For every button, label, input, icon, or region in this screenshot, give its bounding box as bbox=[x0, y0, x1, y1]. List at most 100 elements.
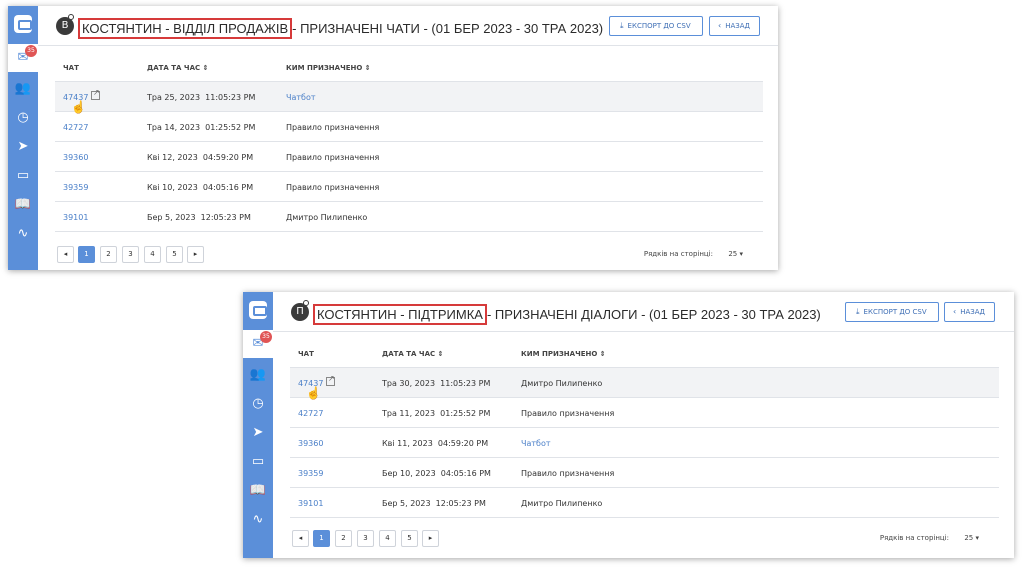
dropdown-icon: ▾ bbox=[975, 534, 979, 542]
send-icon[interactable]: ➤ bbox=[13, 137, 33, 157]
page-button-4[interactable]: 4 bbox=[379, 530, 396, 547]
page-button-2[interactable]: 2 bbox=[100, 246, 117, 263]
download-icon: ⤓ bbox=[856, 307, 860, 316]
back-button[interactable]: ‹ НАЗАД bbox=[709, 16, 760, 36]
avatar-status-dot bbox=[68, 14, 74, 20]
sort-icon: ⇕ bbox=[202, 64, 209, 72]
chat-id-link[interactable]: 39360 bbox=[298, 439, 323, 448]
rows-per-page-select[interactable]: 25 ▾ bbox=[728, 250, 743, 258]
unread-badge: 35 bbox=[25, 45, 37, 57]
pagination: ◂ 12345 ▸ Рядків на сторінці: 25 ▾ bbox=[55, 246, 763, 264]
page-button-5[interactable]: 5 bbox=[166, 246, 183, 263]
title-rest: - ПРИЗНАЧЕНІ ДІАЛОГИ - (01 БЕР 2023 - 30… bbox=[486, 307, 821, 322]
chevron-left-icon: ‹ bbox=[718, 21, 722, 30]
send-icon[interactable]: ➤ bbox=[248, 423, 268, 443]
title-highlight: КОСТЯНТИН - ВІДДІЛ ПРОДАЖІВ bbox=[78, 18, 293, 39]
wallet-icon[interactable]: ▭ bbox=[13, 166, 33, 186]
prev-page-button[interactable]: ◂ bbox=[57, 246, 74, 263]
col-datetime[interactable]: ДАТА ТА ЧАС ⇕ bbox=[382, 350, 443, 358]
page-button-1[interactable]: 1 bbox=[78, 246, 95, 263]
chat-id-link[interactable]: 39101 bbox=[298, 499, 323, 508]
date-cell: Тра 25, 2023 11:05:23 PM bbox=[147, 93, 256, 102]
chat-id-link[interactable]: 39359 bbox=[63, 183, 88, 192]
assigned-by-cell[interactable]: Чатбот bbox=[286, 93, 316, 102]
page-button-5[interactable]: 5 bbox=[401, 530, 418, 547]
contacts-icon[interactable]: 👥 bbox=[248, 365, 268, 385]
table-body: 47437 ☝Тра 30, 2023 11:05:23 PMДмитро Пи… bbox=[290, 368, 999, 518]
table-row[interactable]: 42727 Тра 11, 2023 01:25:52 PM Правило при… bbox=[290, 398, 999, 428]
chat-id-link[interactable]: 39359 bbox=[298, 469, 323, 478]
next-page-button[interactable]: ▸ bbox=[422, 530, 439, 547]
col-chat: ЧАТ bbox=[298, 350, 314, 358]
app-logo-icon[interactable] bbox=[14, 15, 32, 33]
activity-icon[interactable]: ∿ bbox=[13, 224, 33, 244]
next-page-button[interactable]: ▸ bbox=[187, 246, 204, 263]
col-chat: ЧАТ bbox=[63, 64, 79, 72]
pagination: ◂ 12345 ▸ Рядків на сторінці: 25 ▾ bbox=[290, 530, 999, 548]
chevron-left-icon: ‹ bbox=[953, 307, 957, 316]
page-button-3[interactable]: 3 bbox=[122, 246, 139, 263]
open-external-icon[interactable] bbox=[91, 88, 100, 100]
table-header: ЧАТ ДАТА ТА ЧАС ⇕ КИМ ПРИЗНАЧЕНО ⇕ bbox=[55, 58, 763, 82]
table-row[interactable]: 47437 ☝Тра 25, 2023 11:05:23 PMЧатбот bbox=[55, 82, 763, 114]
history-icon[interactable]: ◷ bbox=[13, 108, 33, 128]
date-cell: Тра 11, 2023 01:25:52 PM bbox=[382, 409, 491, 418]
dialogs-table: ЧАТ ДАТА ТА ЧАС ⇕ КИМ ПРИЗНАЧЕНО ⇕ 47437… bbox=[290, 344, 999, 518]
col-assigned-by[interactable]: КИМ ПРИЗНАЧЕНО ⇕ bbox=[521, 350, 606, 358]
date-cell: Тра 14, 2023 01:25:52 PM bbox=[147, 123, 256, 132]
title-rest: - ПРИЗНАЧЕНІ ЧАТИ - (01 БЕР 2023 - 30 ТР… bbox=[292, 21, 604, 36]
assigned-by-cell[interactable]: Чатбот bbox=[521, 439, 551, 448]
page-button-1[interactable]: 1 bbox=[313, 530, 330, 547]
page-title: КОСТЯНТИН - ПІДТРИМКА - ПРИЗНАЧЕНІ ДІАЛОГ… bbox=[313, 304, 821, 325]
assigned-by-cell: Правило призначення bbox=[286, 123, 380, 132]
chat-id-link[interactable]: 42727 bbox=[298, 409, 323, 418]
page-button-2[interactable]: 2 bbox=[335, 530, 352, 547]
chat-id-link[interactable]: 42727 bbox=[63, 123, 88, 132]
table-row[interactable]: 47437 ☝Тра 30, 2023 11:05:23 PMДмитро Пи… bbox=[290, 368, 999, 400]
support-dialogs-panel: ✉ 35 👥 ◷ ➤ ▭ 📖 ∿ П КОСТЯНТИН - ПІДТРИМКА… bbox=[243, 292, 1014, 558]
book-icon[interactable]: 📖 bbox=[13, 195, 33, 215]
col-assigned-by[interactable]: КИМ ПРИЗНАЧЕНО ⇕ bbox=[286, 64, 371, 72]
export-csv-button[interactable]: ⤓ ЕКСПОРТ ДО CSV bbox=[845, 302, 939, 322]
rows-per-page-label: Рядків на сторінці: bbox=[643, 250, 713, 258]
table-row[interactable]: 39359 Бер 10, 2023 04:05:16 PM Правило при… bbox=[290, 458, 999, 488]
export-csv-button[interactable]: ⤓ ЕКСПОРТ ДО CSV bbox=[609, 16, 703, 36]
chat-id-link[interactable]: 39360 bbox=[63, 153, 88, 162]
table-row[interactable]: 42727 Тра 14, 2023 01:25:52 PM Правило при… bbox=[55, 112, 763, 142]
assigned-by-cell: Правило призначення bbox=[286, 183, 380, 192]
table-row[interactable]: 39101 Бер 5, 2023 12:05:23 PM Дмитро Пилип… bbox=[290, 488, 999, 518]
table-row[interactable]: 39101 Бер 5, 2023 12:05:23 PM Дмитро Пилип… bbox=[55, 202, 763, 232]
page-title: КОСТЯНТИН - ВІДДІЛ ПРОДАЖІВ - ПРИЗНАЧЕНІ … bbox=[78, 18, 603, 39]
chats-table: ЧАТ ДАТА ТА ЧАС ⇕ КИМ ПРИЗНАЧЕНО ⇕ 47437… bbox=[55, 58, 763, 232]
date-cell: Кві 10, 2023 04:05:16 PM bbox=[147, 183, 254, 192]
sort-icon: ⇕ bbox=[599, 350, 606, 358]
date-cell: Бер 5, 2023 12:05:23 PM bbox=[382, 499, 486, 508]
chat-id-link[interactable]: 39101 bbox=[63, 213, 88, 222]
panel-header: П КОСТЯНТИН - ПІДТРИМКА - ПРИЗНАЧЕНІ ДІАЛ… bbox=[273, 292, 1014, 332]
assigned-by-cell: Дмитро Пилипенко bbox=[521, 379, 603, 388]
prev-page-button[interactable]: ◂ bbox=[292, 530, 309, 547]
back-button[interactable]: ‹ НАЗАД bbox=[944, 302, 995, 322]
assigned-by-cell: Правило призначення bbox=[286, 153, 380, 162]
contacts-icon[interactable]: 👥 bbox=[13, 79, 33, 99]
history-icon[interactable]: ◷ bbox=[248, 394, 268, 414]
table-row[interactable]: 39360 Кві 11, 2023 04:59:20 PM Чатбот bbox=[290, 428, 999, 458]
table-header: ЧАТ ДАТА ТА ЧАС ⇕ КИМ ПРИЗНАЧЕНО ⇕ bbox=[290, 344, 999, 368]
assigned-by-cell: Правило призначення bbox=[521, 409, 615, 418]
table-row[interactable]: 39360 Кві 12, 2023 04:59:20 PM Правило при… bbox=[55, 142, 763, 172]
col-datetime[interactable]: ДАТА ТА ЧАС ⇕ bbox=[147, 64, 208, 72]
assigned-by-cell: Дмитро Пилипенко bbox=[286, 213, 368, 222]
page-button-4[interactable]: 4 bbox=[144, 246, 161, 263]
assigned-by-cell: Дмитро Пилипенко bbox=[521, 499, 603, 508]
date-cell: Бер 5, 2023 12:05:23 PM bbox=[147, 213, 251, 222]
app-logo-icon[interactable] bbox=[249, 301, 267, 319]
book-icon[interactable]: 📖 bbox=[248, 481, 268, 501]
table-row[interactable]: 39359 Кві 10, 2023 04:05:16 PM Правило при… bbox=[55, 172, 763, 202]
date-cell: Кві 12, 2023 04:59:20 PM bbox=[147, 153, 254, 162]
wallet-icon[interactable]: ▭ bbox=[248, 452, 268, 472]
sort-icon: ⇕ bbox=[437, 350, 444, 358]
open-external-icon[interactable] bbox=[326, 374, 335, 386]
page-button-3[interactable]: 3 bbox=[357, 530, 374, 547]
rows-per-page-select[interactable]: 25 ▾ bbox=[964, 534, 979, 542]
activity-icon[interactable]: ∿ bbox=[248, 510, 268, 530]
